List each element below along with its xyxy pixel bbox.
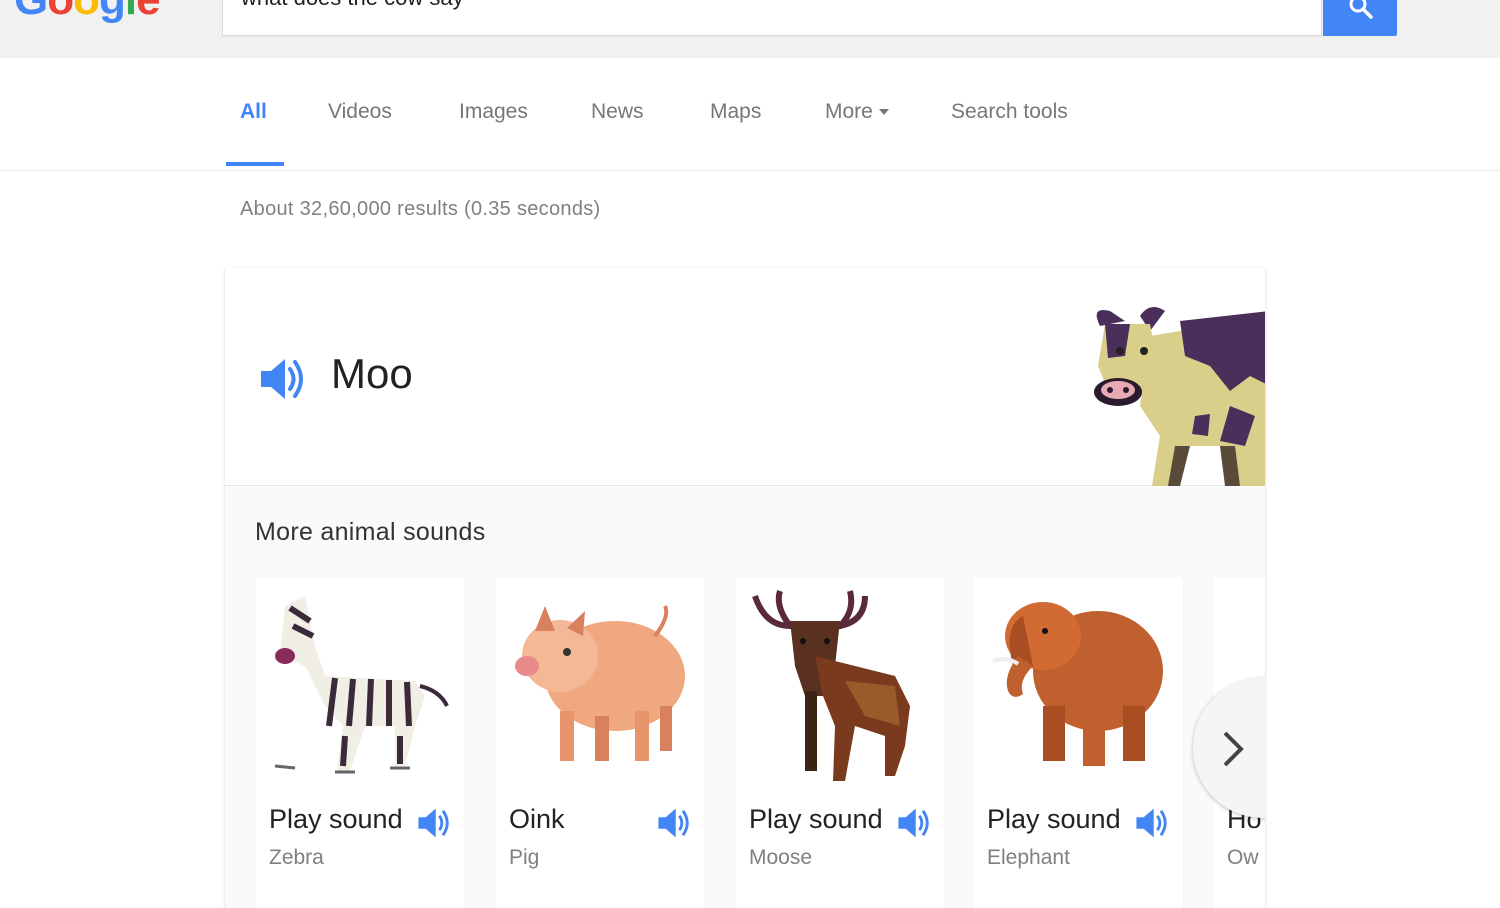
animal-sound-label: Play sound <box>749 804 883 834</box>
tab-images[interactable]: Images <box>459 100 528 124</box>
speaker-icon[interactable] <box>897 806 933 845</box>
tab-more-label: More <box>825 100 873 123</box>
animal-name: Moose <box>749 846 813 869</box>
animal-card-zebra[interactable]: Play sound Zebra <box>255 578 465 908</box>
tab-all[interactable]: All <box>240 100 267 124</box>
chevron-right-icon <box>1223 731 1244 767</box>
animal-name: Zebra <box>269 846 324 869</box>
search-button[interactable] <box>1323 0 1397 36</box>
moose-image <box>752 590 910 781</box>
cow-image <box>1094 307 1265 486</box>
logo-letter: o <box>73 0 100 22</box>
animal-sound-card: Moo More animal sounds Play sound Zebra … <box>225 268 1265 908</box>
search-query-text[interactable]: what does the cow say <box>241 0 464 11</box>
tab-more[interactable]: More <box>825 100 889 124</box>
zebra-image <box>274 596 449 774</box>
more-sounds-title: More animal sounds <box>255 518 486 546</box>
logo-letter: G <box>14 0 48 22</box>
logo-letter: l <box>125 0 137 22</box>
tab-news[interactable]: News <box>591 100 644 124</box>
animal-name: Ow <box>1227 846 1259 869</box>
animal-sound-label: Play sound <box>987 804 1121 834</box>
header: Google what does the cow say <box>0 0 1500 59</box>
search-input[interactable]: what does the cow say <box>222 0 1322 36</box>
speaker-icon[interactable] <box>259 356 309 407</box>
search-tabs: All Videos Images News Maps More Search … <box>0 58 1500 171</box>
speaker-icon[interactable] <box>657 806 693 845</box>
caret-down-icon <box>878 109 889 116</box>
tab-search-tools[interactable]: Search tools <box>951 100 1068 124</box>
pig-image <box>515 605 685 761</box>
speaker-icon[interactable] <box>417 806 453 845</box>
tab-maps[interactable]: Maps <box>710 100 761 124</box>
logo-letter: g <box>99 0 126 22</box>
animal-name: Elephant <box>987 846 1070 869</box>
result-stats: About 32,60,000 results (0.35 seconds) <box>240 198 601 220</box>
answer-panel: Moo <box>225 268 1265 486</box>
animal-name: Pig <box>509 846 540 869</box>
animal-card-pig[interactable]: Oink Pig <box>495 578 705 908</box>
active-tab-indicator <box>226 162 284 166</box>
carousel-next-button[interactable] <box>1193 678 1265 818</box>
animal-card-elephant[interactable]: Play sound Elephant <box>973 578 1183 908</box>
logo-letter: e <box>136 0 161 22</box>
speaker-icon[interactable] <box>1135 806 1171 845</box>
tab-videos[interactable]: Videos <box>328 100 392 124</box>
animal-sound-label: Play sound <box>269 804 403 834</box>
animal-sound-label: Oink <box>509 804 565 834</box>
animal-card-moose[interactable]: Play sound Moose <box>735 578 945 908</box>
search-icon <box>1349 0 1373 19</box>
elephant-image <box>992 602 1163 766</box>
logo-letter: o <box>47 0 74 22</box>
answer-sound-text: Moo <box>331 350 413 397</box>
google-logo[interactable]: Google <box>14 0 161 22</box>
